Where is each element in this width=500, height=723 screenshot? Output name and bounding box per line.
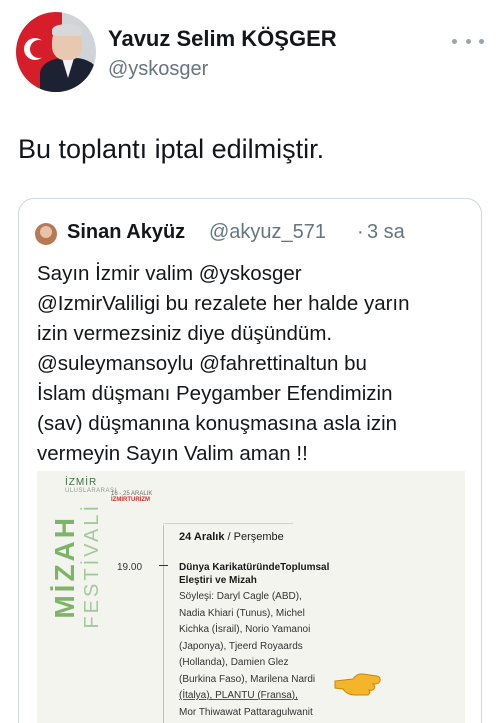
quoted-author-handle[interactable]: @akyuz_571	[209, 221, 326, 244]
attached-image[interactable]: İZMİR ULUSLARARASI MİZAH FESTİVALİ 16 - …	[37, 471, 465, 723]
poster-speaker-line: Mor Thiwawat Pattaragulwanit	[179, 706, 313, 718]
poster-title-festival: FESTİVALİ	[81, 503, 103, 629]
quoted-tweet[interactable]: Sinan Akyüz @akyuz_571 · 3 sa Sayın İzmi…	[18, 198, 482, 723]
meta-separator: ·	[357, 221, 364, 243]
quoted-text-line: izin vermezsiniz diye düşündüm.	[37, 322, 333, 345]
quoted-text-line: @IzmirValiligi bu rezalete her halde yar…	[37, 292, 410, 315]
poster-speakers: Söyleşi: Daryl Cagle (ABD), Nadia Khiari…	[179, 589, 379, 721]
poster-time: 19.00	[117, 562, 143, 573]
poster-city: İZMİR	[65, 477, 98, 488]
quoted-text-line: İslam düşmanı Peygamber Efendimizin	[37, 382, 393, 405]
poster-speaker-line: Söyleşi: Daryl Cagle (ABD),	[179, 591, 302, 602]
poster-divider	[163, 523, 293, 524]
poster-intl: ULUSLARARASI	[65, 488, 117, 494]
quoted-timestamp[interactable]: 3 sa	[367, 221, 405, 244]
poster-title-mizah: MİZAH	[49, 515, 80, 619]
poster-day: 24 Aralık / Perşembe	[179, 531, 284, 543]
author-handle[interactable]: @yskosger	[108, 58, 208, 81]
poster-day-date: 24 Aralık	[179, 531, 225, 543]
tweet-card: Yavuz Selim KÖŞGER @yskosger Bu toplantı…	[0, 0, 500, 723]
more-horizontal-icon[interactable]	[452, 34, 484, 48]
quoted-text-line: @suleymansoylu @fahrettinaltun bu	[37, 352, 367, 375]
poster-dates: 16 - 25 ARALIK İZMİRTURİZM	[111, 491, 152, 503]
poster-day-weekday: / Perşembe	[224, 531, 284, 543]
poster-speaker-line: Kichka (İsrail), Norio Yamanoi	[179, 624, 311, 635]
poster-timeline	[163, 525, 164, 723]
poster-time-tick	[159, 565, 168, 566]
quoted-author-name[interactable]: Sinan Akyüz	[67, 221, 185, 244]
quoted-text: Sayın İzmir valim @yskosger @IzmirValili…	[37, 259, 477, 469]
quoted-avatar[interactable]	[35, 223, 57, 245]
poster-event-title: Dünya KarikatüründeToplumsal Eleştiri ve…	[179, 561, 329, 587]
quoted-text-line: (sav) düşmanına konuşmasına asla izin	[37, 412, 398, 435]
poster-speaker-line: (Japonya), Tjeerd Royaards	[179, 640, 303, 652]
author-avatar[interactable]	[16, 12, 96, 92]
poster-event-line: Dünya KarikatüründeToplumsal	[179, 562, 330, 573]
poster-brand: İZMİRTURİZM	[111, 497, 150, 503]
tweet-text: Bu toplantı iptal edilmiştir.	[18, 134, 325, 164]
quoted-text-line: Sayın İzmir valim @yskosger	[37, 262, 302, 285]
author-name[interactable]: Yavuz Selim KÖŞGER	[108, 26, 337, 52]
pointing-hand-icon	[334, 673, 381, 696]
poster-event-line: Eleştiri ve Mizah	[179, 575, 257, 586]
poster-speaker-line: Nadia Khiari (Tunus), Michel	[179, 607, 305, 619]
quoted-text-line: vermeyin Sayın Valim aman !!	[37, 442, 308, 465]
